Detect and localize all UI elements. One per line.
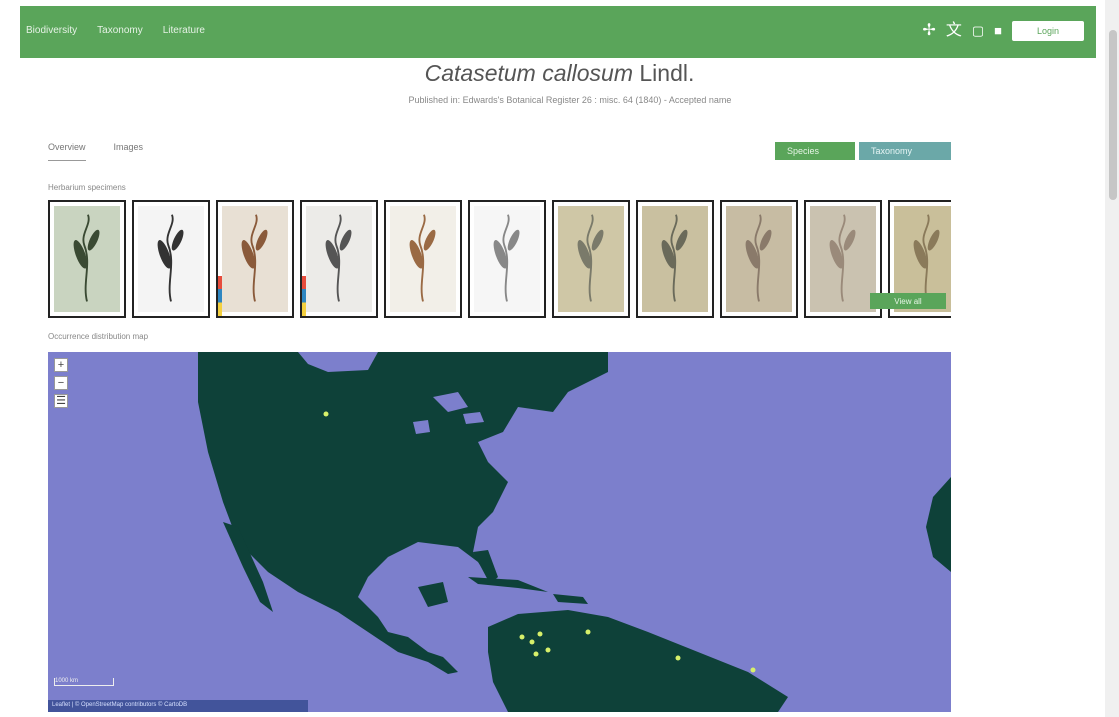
occurrence-map[interactable]: + − ☰ 1000 km Leaflet | © OpenStreetMap … xyxy=(48,352,951,712)
author-name: Lindl. xyxy=(639,60,695,86)
zoom-out-button[interactable]: − xyxy=(54,376,68,390)
land-africa-edge xyxy=(926,477,951,572)
map-heading: Occurrence distribution map xyxy=(48,332,149,341)
specimen-sheet-image xyxy=(474,206,540,312)
occurrence-point xyxy=(533,651,539,657)
specimen-sheet-image xyxy=(138,206,204,312)
page-subtitle: Published in: Edwards's Botanical Regist… xyxy=(408,95,732,105)
occurrence-point xyxy=(545,647,551,653)
view-all-button[interactable]: View all xyxy=(870,293,946,309)
tab-overview[interactable]: Overview xyxy=(48,142,86,161)
map-attribution[interactable]: Leaflet | © OpenStreetMap contributors ©… xyxy=(48,700,308,712)
subtabs: Overview Images xyxy=(48,142,143,161)
plant-icon[interactable]: ✢ xyxy=(922,20,935,42)
specimen-sheet-image xyxy=(642,206,708,312)
specimen-sheet-image xyxy=(54,206,120,312)
occurrence-point xyxy=(750,667,756,673)
specimen-sheet-image xyxy=(222,206,288,312)
page-scrollbar[interactable] xyxy=(1105,0,1119,717)
plant-sketch xyxy=(577,214,604,302)
plant-sketch xyxy=(409,214,436,302)
plant-sketch xyxy=(325,214,352,302)
specimen-sheet-image xyxy=(390,206,456,312)
nav-links: Biodiversity Taxonomy Literature xyxy=(26,25,205,36)
land-hispaniola xyxy=(553,594,588,604)
nav-actions: ✢ 文 ▢ ■ Login xyxy=(922,20,1084,42)
specimen-thumbnail[interactable] xyxy=(552,200,630,318)
map-scale: 1000 km xyxy=(54,678,114,686)
tab-images[interactable]: Images xyxy=(114,142,144,161)
taxonomy-button[interactable]: Taxonomy xyxy=(859,142,951,160)
nav-link-literature[interactable]: Literature xyxy=(163,25,205,36)
translate-icon[interactable]: 文 xyxy=(946,20,962,42)
specimen-thumbnail[interactable] xyxy=(300,200,378,318)
land-yucatan xyxy=(418,582,448,607)
plant-sketch xyxy=(493,214,520,302)
login-button[interactable]: Login xyxy=(1012,21,1084,41)
specimen-thumbnail[interactable] xyxy=(468,200,546,318)
zoom-controls: + − ☰ xyxy=(54,358,68,408)
occurrence-point xyxy=(519,634,525,640)
specimen-sheet-image xyxy=(306,206,372,312)
scrollbar-thumb[interactable] xyxy=(1109,30,1117,200)
plant-sketch xyxy=(73,214,100,302)
occurrence-point xyxy=(323,411,329,417)
plant-sketch xyxy=(241,214,268,302)
occurrence-point xyxy=(585,629,591,635)
specimen-thumbnail[interactable] xyxy=(636,200,714,318)
occurrence-point xyxy=(529,639,535,645)
specimen-thumbnail[interactable] xyxy=(48,200,126,318)
user-icon[interactable]: ■ xyxy=(994,20,1002,42)
layers-icon[interactable]: ☰ xyxy=(54,394,68,408)
map-canvas xyxy=(198,352,951,712)
page-title: Catasetum callosum Lindl. xyxy=(0,60,1119,87)
specimen-thumbnail[interactable] xyxy=(384,200,462,318)
plant-sketch xyxy=(661,214,688,302)
species-name: Catasetum callosum xyxy=(424,60,633,86)
specimen-sheet-image xyxy=(558,206,624,312)
nav-link-biodiversity[interactable]: Biodiversity xyxy=(26,25,77,36)
bookmark-icon[interactable]: ▢ xyxy=(972,20,984,42)
plant-sketch xyxy=(745,214,772,302)
specimen-thumbnail[interactable] xyxy=(132,200,210,318)
species-button[interactable]: Species xyxy=(775,142,855,160)
plant-sketch xyxy=(829,214,856,302)
plant-sketch xyxy=(157,214,184,302)
occurrence-point xyxy=(537,631,543,637)
color-chart-strip xyxy=(302,276,306,316)
zoom-in-button[interactable]: + xyxy=(54,358,68,372)
specimen-sheet-image xyxy=(726,206,792,312)
specimen-thumbnail[interactable] xyxy=(216,200,294,318)
nav-link-taxonomy[interactable]: Taxonomy xyxy=(97,25,143,36)
occurrence-point xyxy=(675,655,681,661)
top-navbar: Biodiversity Taxonomy Literature ✢ 文 ▢ ■… xyxy=(20,6,1096,58)
land-south-america xyxy=(488,610,788,712)
color-chart-strip xyxy=(218,276,222,316)
specimen-thumbnail[interactable] xyxy=(720,200,798,318)
specimen-sheet-image xyxy=(810,206,876,312)
land-cuba xyxy=(468,577,548,592)
specimen-thumbnails xyxy=(48,200,951,318)
herbarium-heading: Herbarium specimens xyxy=(48,183,126,192)
